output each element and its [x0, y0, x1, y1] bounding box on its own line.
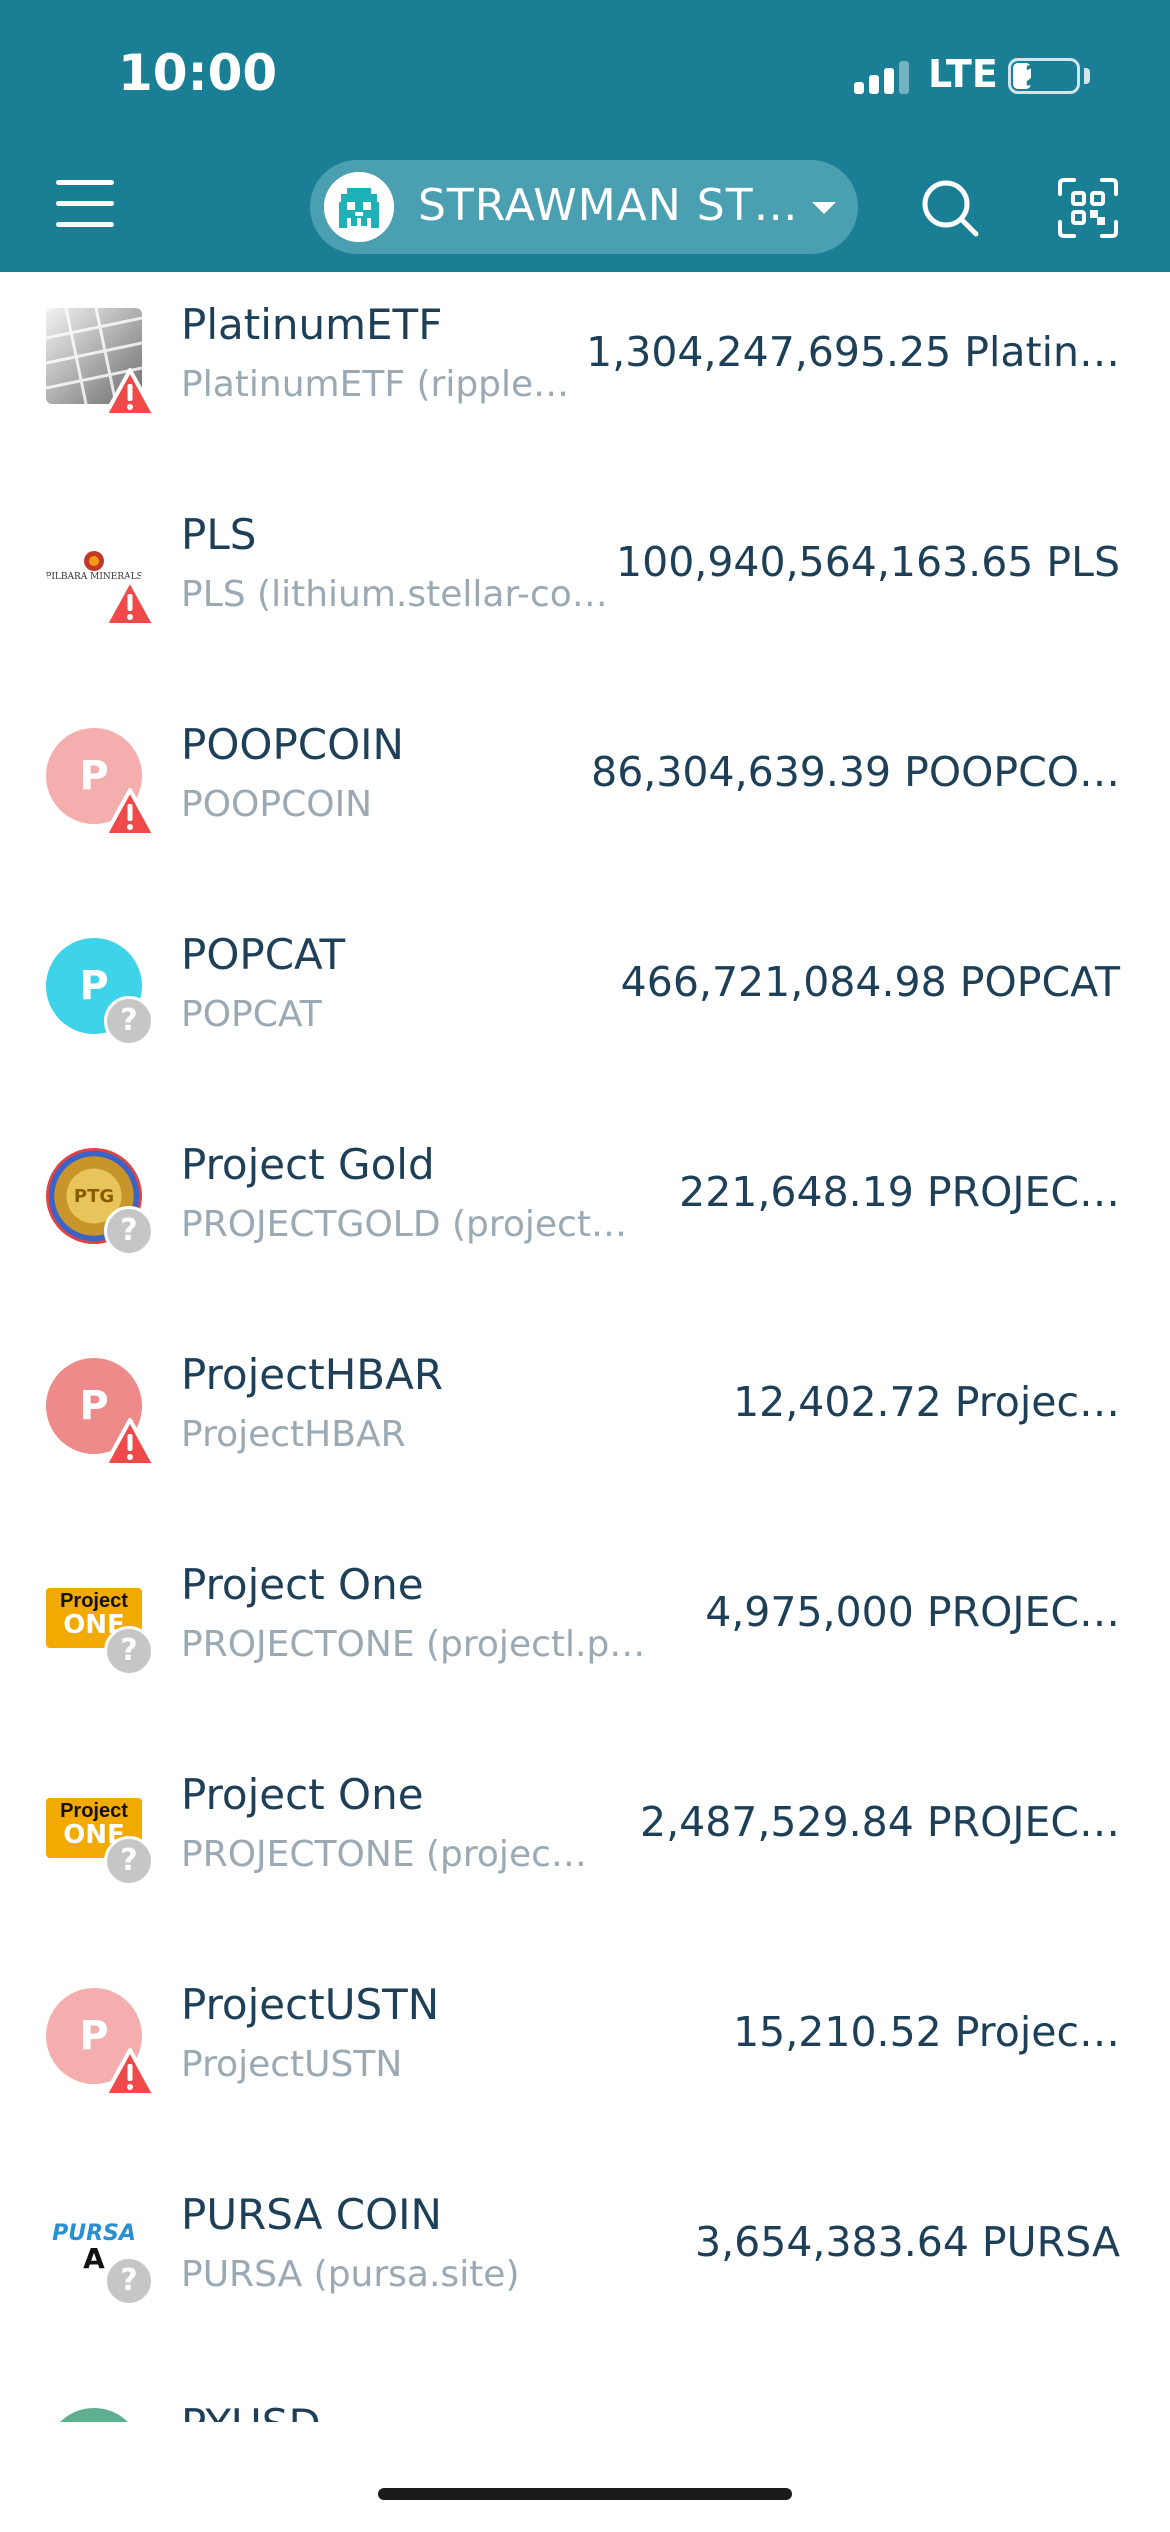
token-row[interactable]: PTG? Project Gold PROJECTGOLD (project… 221…: [0, 1112, 1170, 1322]
token-subtitle: PlatinumETF (ripple…: [181, 364, 570, 405]
question-mark-icon: ?: [104, 1836, 156, 1888]
question-mark-icon: ?: [104, 2256, 156, 2308]
warning-icon: [104, 1416, 156, 1468]
token-name: PLS: [181, 510, 257, 559]
token-balance: 15,210.52 Projec…: [733, 2008, 1120, 2056]
token-balance: 1,304,247,695.25 Platin…: [586, 328, 1120, 376]
token-balance: 2,487,529.84 PROJEC…: [639, 1798, 1120, 1846]
token-name: POOPCOIN: [181, 720, 404, 769]
token-logo-wrap: PTG?: [46, 1148, 166, 1268]
token-name: PURSA COIN: [181, 2190, 442, 2239]
warning-icon: [104, 576, 156, 628]
token-name: ProjectUSTN: [181, 1980, 440, 2029]
token-subtitle: PROJECTONE (projec…: [181, 1834, 587, 1875]
token-balance: 100,940,564,163.65 PLS: [616, 538, 1120, 586]
battery-nub: [1084, 68, 1090, 84]
question-mark-icon: ?: [104, 1206, 156, 1258]
token-balance: 466,721,084.98 POPCAT: [620, 958, 1120, 1006]
account-avatar-icon: [324, 172, 394, 242]
token-row[interactable]: P POOPCOIN POOPCOIN 86,304,639.39 POOPCO…: [0, 692, 1170, 902]
token-balance: 4,975,000 PROJEC…: [705, 1588, 1120, 1636]
token-subtitle: POPCAT: [181, 994, 322, 1035]
status-time: 10:00: [118, 44, 278, 102]
token-list[interactable]: PlatinumETF PlatinumETF (ripple… 1,304,247…: [0, 272, 1170, 2422]
chevron-down-icon: [812, 202, 836, 214]
token-logo: [46, 2408, 142, 2422]
account-name: STRAWMAN ST…: [418, 180, 799, 231]
token-logo-wrap: P: [46, 728, 166, 848]
token-name: Project One: [181, 1770, 424, 1819]
token-name: PYUSD: [181, 2400, 321, 2422]
token-logo-wrap: P: [46, 1358, 166, 1478]
token-balance: 3,654,383.64 PURSA: [695, 2218, 1120, 2266]
hamburger-menu-icon[interactable]: [56, 180, 114, 228]
token-subtitle: PLS (lithium.stellar-co…: [181, 574, 608, 615]
token-logo-wrap: [46, 308, 166, 428]
token-subtitle: ProjectHBAR: [181, 1414, 406, 1455]
token-row[interactable]: PILBARA MINERALS PLS PLS (lithium.stellar-…: [0, 482, 1170, 692]
app-header: 10:00 LTE 27 STRAWMAN ST…: [0, 0, 1170, 272]
battery-icon: 27: [1008, 58, 1080, 94]
token-subtitle: PURSA (pursa.site): [181, 2254, 520, 2295]
warning-icon: [104, 2046, 156, 2098]
token-name: POPCAT: [181, 930, 346, 979]
token-balance: 86,304,639.39 POOPCO…: [591, 748, 1120, 796]
token-name: ProjectHBAR: [181, 1350, 444, 1399]
token-row[interactable]: PYUSD: [0, 2372, 1170, 2422]
token-row[interactable]: P ProjectHBAR ProjectHBAR 12,402.72 Projec…: [0, 1322, 1170, 1532]
question-mark-icon: ?: [104, 996, 156, 1048]
cellular-signal-icon: [854, 60, 914, 94]
token-logo-wrap: Project ONE?: [46, 1568, 166, 1688]
battery-level: 27: [1024, 59, 1064, 92]
token-row[interactable]: Project ONE? Project One PROJECTONE (projec…: [0, 1532, 1170, 1742]
token-row[interactable]: P ProjectUSTN ProjectUSTN 15,210.52 Projec…: [0, 1952, 1170, 2162]
home-indicator[interactable]: [378, 2488, 792, 2500]
token-balance: 221,648.19 PROJEC…: [679, 1168, 1120, 1216]
token-subtitle: ProjectUSTN: [181, 2044, 403, 2085]
warning-icon: [104, 366, 156, 418]
token-logo-wrap: PURSA A?: [46, 2198, 166, 2318]
token-row[interactable]: PURSA A? PURSA COIN PURSA (pursa.site) 3,654…: [0, 2162, 1170, 2372]
token-logo-wrap: P: [46, 1988, 166, 2108]
token-subtitle: PROJECTGOLD (project…: [181, 1204, 627, 1245]
qr-scan-icon[interactable]: [1056, 176, 1120, 240]
token-row[interactable]: PlatinumETF PlatinumETF (ripple… 1,304,247…: [0, 272, 1170, 482]
network-type: LTE: [928, 52, 998, 96]
token-name: Project Gold: [181, 1140, 435, 1189]
token-name: PlatinumETF: [181, 300, 443, 349]
token-row[interactable]: P? POPCAT POPCAT 466,721,084.98 POPCAT: [0, 902, 1170, 1112]
token-logo-wrap: P?: [46, 938, 166, 1058]
account-selector[interactable]: STRAWMAN ST…: [310, 160, 858, 254]
warning-icon: [104, 786, 156, 838]
token-logo-wrap: [46, 2408, 166, 2422]
token-balance: 12,402.72 Projec…: [733, 1378, 1120, 1426]
token-logo-wrap: Project ONE?: [46, 1778, 166, 1898]
token-name: Project One: [181, 1560, 424, 1609]
token-row[interactable]: Project ONE? Project One PROJECTONE (projec…: [0, 1742, 1170, 1952]
search-icon[interactable]: [918, 176, 982, 240]
token-logo-wrap: PILBARA MINERALS: [46, 518, 166, 638]
question-mark-icon: ?: [104, 1626, 156, 1678]
token-subtitle: POOPCOIN: [181, 784, 373, 825]
token-subtitle: PROJECTONE (projectl.p…: [181, 1624, 646, 1665]
